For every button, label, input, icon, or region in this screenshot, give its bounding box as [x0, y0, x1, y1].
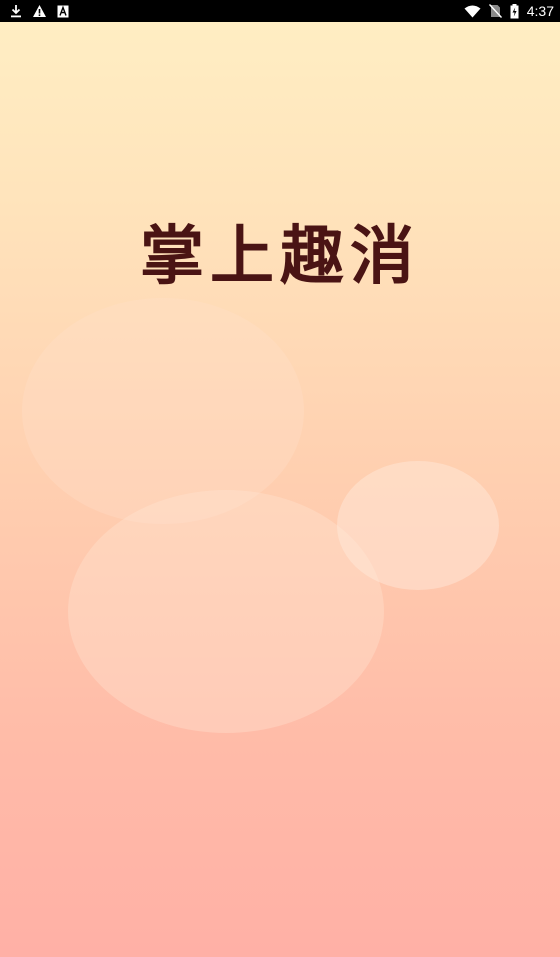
warning-icon: [32, 4, 47, 18]
status-time: 4:37: [526, 3, 554, 19]
font-a-icon: [57, 5, 69, 18]
status-bar-left: [10, 0, 69, 22]
decorative-bubble: [337, 461, 499, 590]
wifi-icon: [464, 5, 481, 18]
download-icon: [10, 4, 22, 18]
no-sim-icon: [488, 4, 502, 18]
splash-screen: 4:37 掌上趣消: [0, 0, 560, 957]
battery-charging-icon: [510, 3, 519, 19]
status-bar: 4:37: [0, 0, 560, 22]
status-bar-right: 4:37: [464, 0, 554, 22]
decorative-bubble: [22, 298, 304, 524]
app-name-title: 掌上趣消: [140, 220, 420, 294]
